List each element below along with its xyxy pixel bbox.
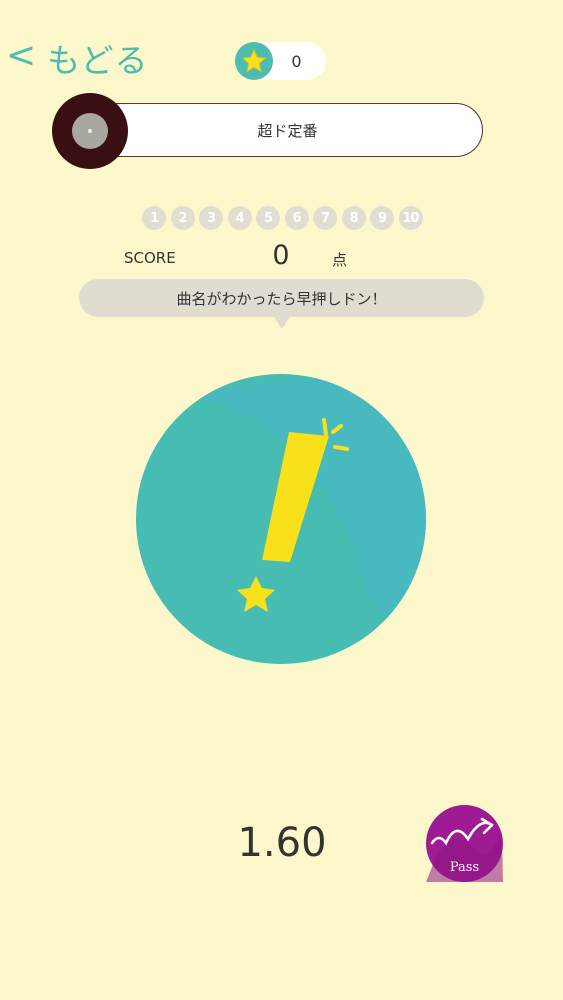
star-icon (235, 42, 273, 80)
score-label: SCORE (124, 249, 176, 267)
buzzer-button[interactable] (136, 374, 426, 664)
hint-bubble-tail (273, 315, 291, 329)
question-number: 3 (199, 206, 223, 230)
timer: 1.60 (237, 820, 327, 866)
back-label: もどる (47, 41, 149, 80)
hint-bubble: 曲名がわかったら早押しドン！ (79, 279, 484, 317)
exclamation-icon (136, 374, 426, 664)
question-number: 7 (313, 206, 337, 230)
question-number: 8 (341, 206, 366, 230)
question-number: 9 (370, 206, 394, 230)
question-number: 4 (227, 206, 252, 230)
score-unit: 点 (332, 251, 348, 269)
question-number: 6 (284, 206, 309, 230)
pass-label: Pass (449, 860, 480, 875)
question-number: 10 (398, 206, 423, 230)
back-button[interactable]: < もどる (6, 35, 149, 81)
record-label-icon (72, 113, 108, 149)
record-icon (52, 93, 128, 169)
score-value: 0 (272, 240, 290, 271)
question-number: 1 (142, 206, 166, 230)
question-progress: 1 2 3 4 5 6 7 8 9 10 (142, 206, 423, 230)
record-hole (88, 129, 92, 133)
hint-text: 曲名がわかったら早押しドン！ (176, 289, 387, 308)
question-number: 5 (256, 206, 280, 230)
chevron-left-icon: < (6, 35, 38, 76)
question-number: 2 (170, 206, 195, 230)
genre-title: 超ド定番 (257, 121, 318, 140)
star-counter: 0 (235, 42, 326, 80)
star-count: 0 (291, 51, 302, 71)
